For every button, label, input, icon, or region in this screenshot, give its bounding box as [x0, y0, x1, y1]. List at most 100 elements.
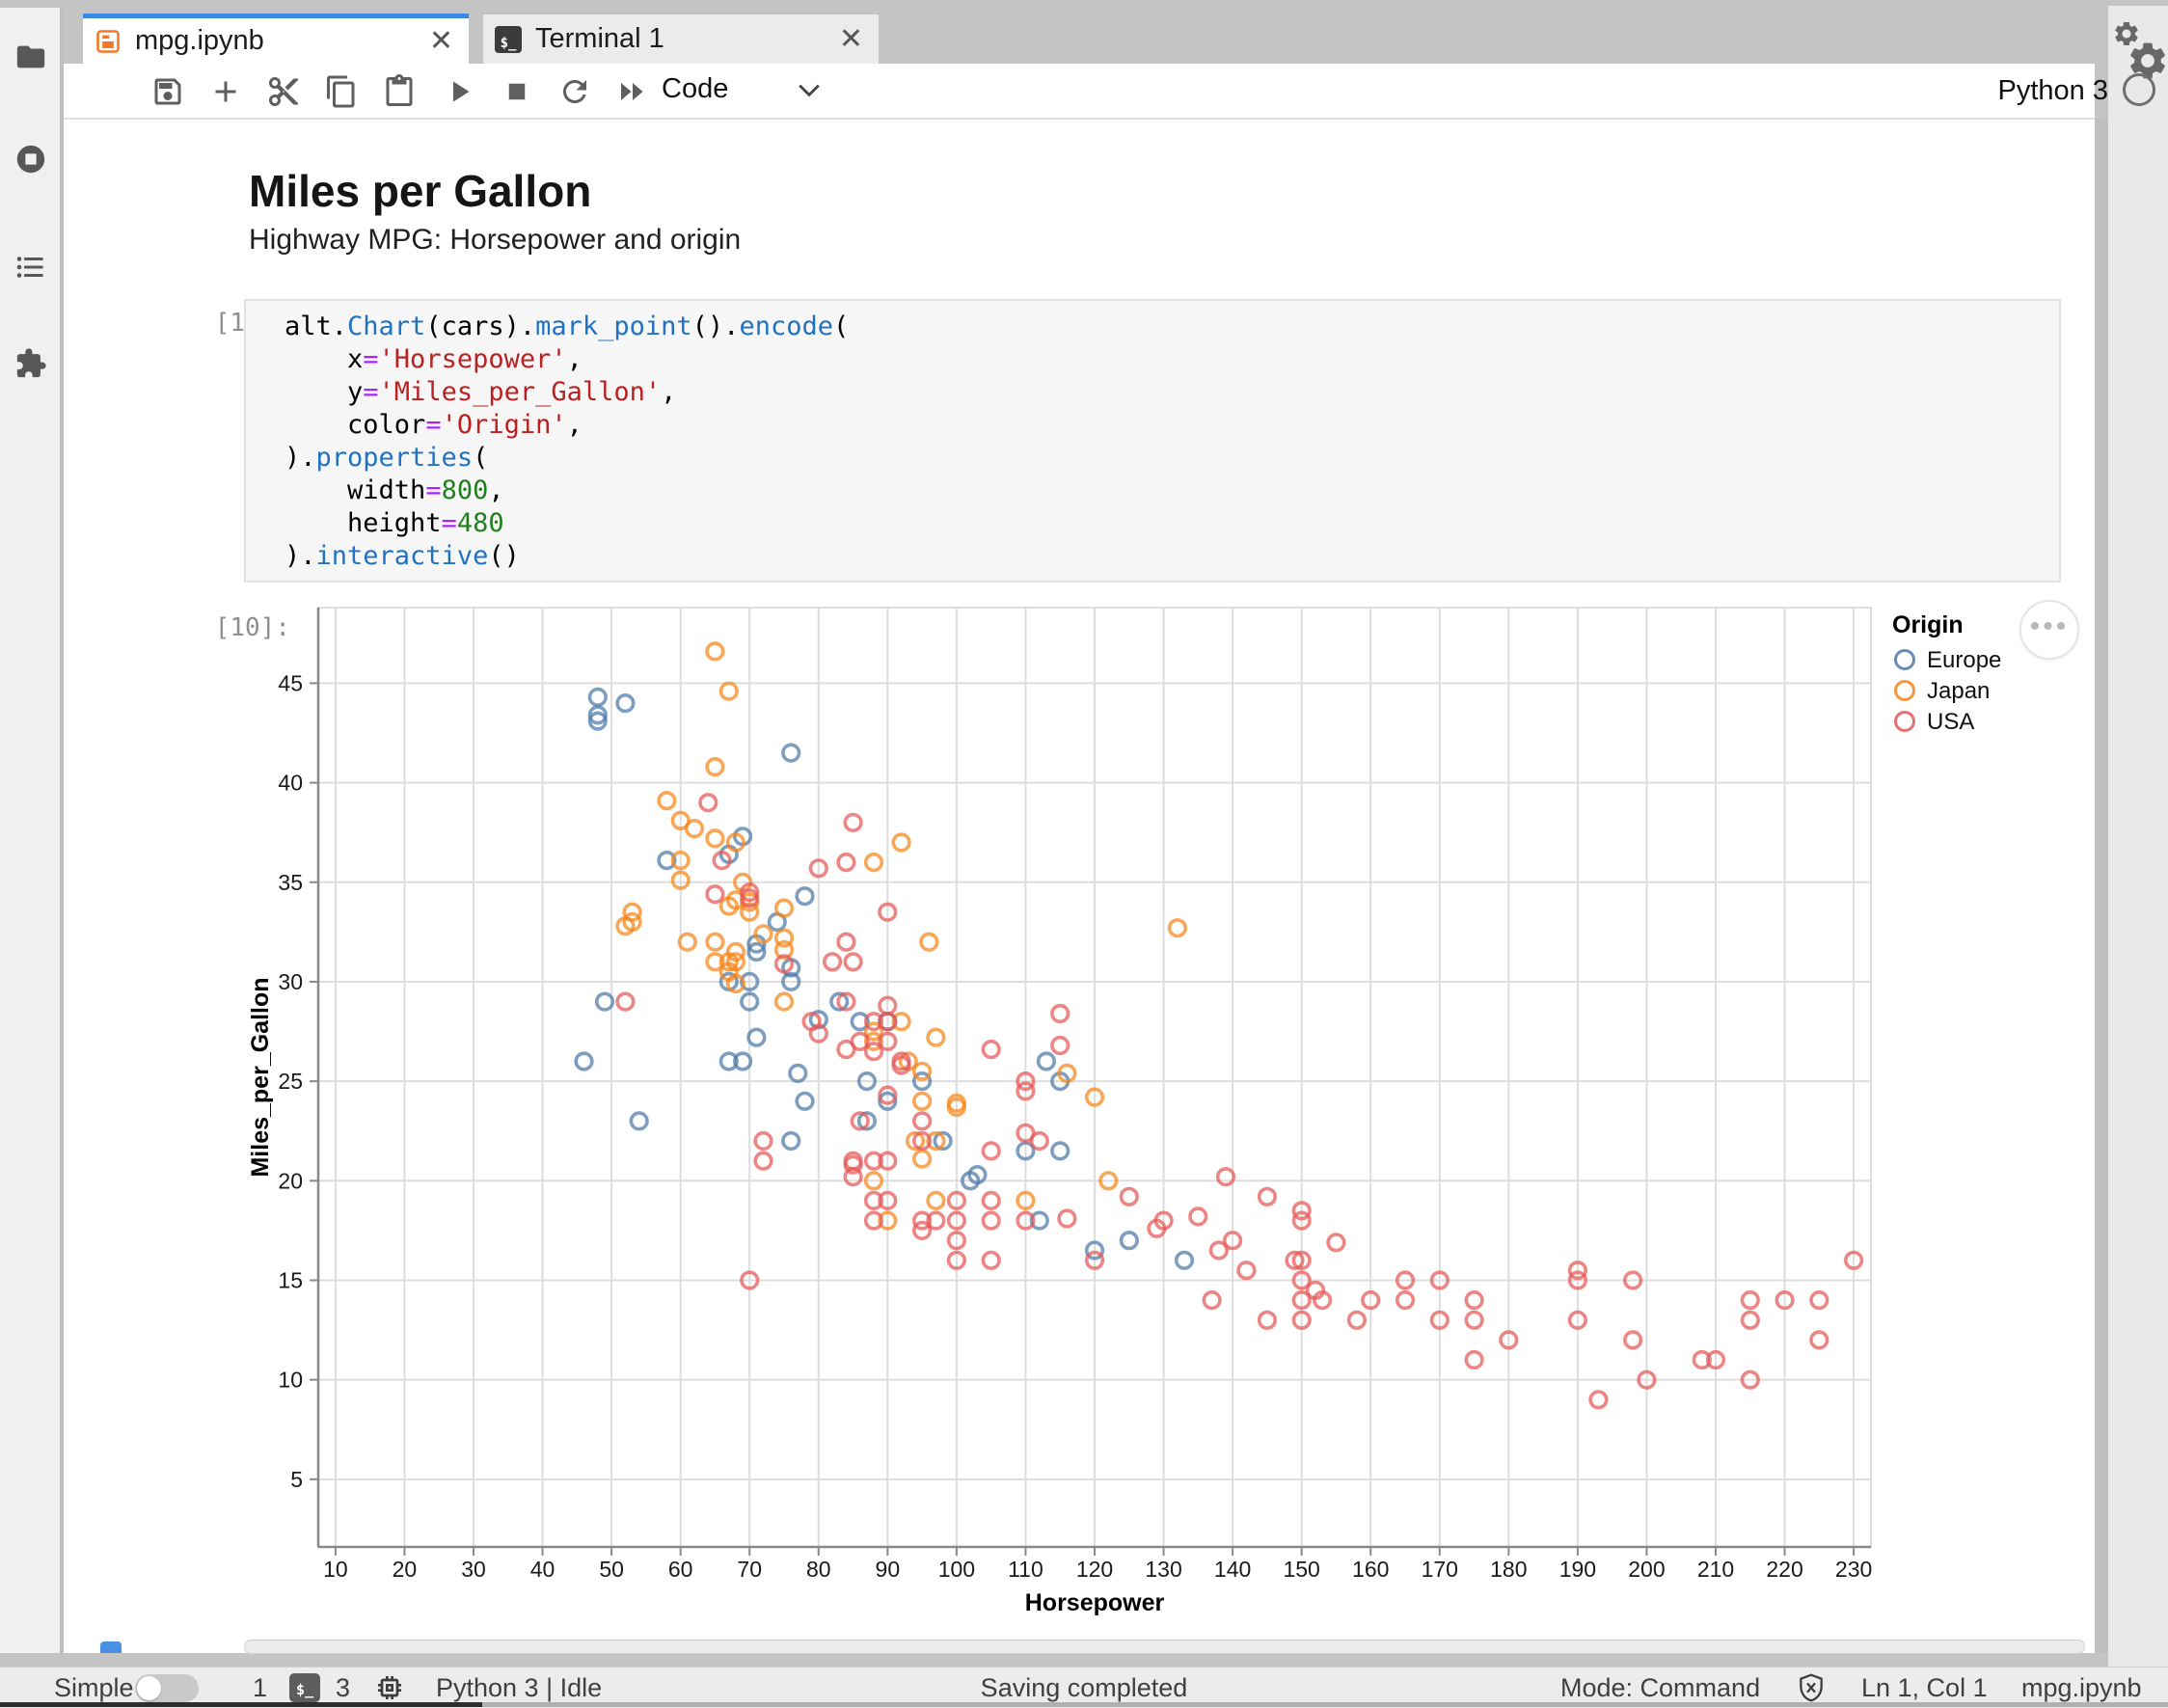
data-point[interactable]: [1466, 1352, 1482, 1369]
legend-symbol[interactable]: [1896, 713, 1914, 731]
data-point[interactable]: [748, 1029, 765, 1045]
kernel-name[interactable]: Python 3: [1992, 75, 2108, 107]
data-point[interactable]: [597, 993, 613, 1010]
list-icon[interactable]: [14, 251, 47, 284]
data-point[interactable]: [1211, 1242, 1228, 1259]
data-point[interactable]: [707, 886, 723, 903]
horizontal-scrollbar[interactable]: [244, 1640, 2085, 1654]
data-point[interactable]: [700, 795, 717, 811]
data-point[interactable]: [1039, 1053, 1055, 1070]
vega-actions-button[interactable]: •••: [2019, 600, 2079, 660]
cell-type-dropdown[interactable]: Code: [662, 73, 728, 105]
data-point[interactable]: [1397, 1292, 1414, 1309]
folder-icon[interactable]: [14, 41, 47, 73]
legend-label[interactable]: USA: [1927, 709, 1974, 735]
kernel-chip-icon[interactable]: [374, 1672, 405, 1703]
notebook-vertical-scrollbar[interactable]: [2095, 120, 2108, 1653]
data-point[interactable]: [1625, 1332, 1641, 1348]
kernel-status-text[interactable]: Python 3 | Idle: [436, 1673, 602, 1703]
add-cell-icon[interactable]: [208, 74, 243, 109]
data-point[interactable]: [1052, 1038, 1069, 1054]
data-point[interactable]: [893, 834, 909, 851]
data-point[interactable]: [617, 695, 634, 712]
tab-mpg-notebook[interactable]: mpg.ipynb ✕: [83, 14, 469, 64]
data-point[interactable]: [755, 1152, 772, 1169]
close-icon[interactable]: ✕: [429, 27, 453, 56]
data-point[interactable]: [928, 1029, 944, 1045]
data-point[interactable]: [1204, 1292, 1220, 1309]
legend-label[interactable]: Japan: [1927, 678, 1990, 704]
data-point[interactable]: [783, 745, 799, 761]
data-point[interactable]: [1122, 1233, 1138, 1249]
data-point[interactable]: [707, 934, 723, 950]
data-point[interactable]: [914, 1113, 931, 1129]
data-point[interactable]: [617, 993, 634, 1010]
tab-terminal-1[interactable]: $_ Terminal 1 ✕: [482, 14, 880, 64]
data-point[interactable]: [914, 1223, 931, 1239]
cell-collapser[interactable]: [100, 1641, 122, 1653]
data-point[interactable]: [1218, 1169, 1234, 1185]
data-point[interactable]: [1743, 1292, 1759, 1309]
save-icon[interactable]: [150, 74, 185, 109]
data-point[interactable]: [783, 1133, 799, 1150]
scatter-chart[interactable]: 1020304050607080901001101201301401501601…: [145, 596, 2083, 1640]
data-point[interactable]: [1811, 1332, 1828, 1348]
data-point[interactable]: [707, 759, 723, 775]
legend-label[interactable]: Europe: [1927, 647, 2001, 673]
data-point[interactable]: [983, 1143, 999, 1159]
data-point[interactable]: [1177, 1253, 1193, 1269]
code-cell-editor[interactable]: alt.Chart(cars).mark_point().encode( x='…: [244, 299, 2061, 583]
data-point[interactable]: [1260, 1313, 1276, 1329]
data-point[interactable]: [1059, 1210, 1075, 1227]
data-point[interactable]: [797, 1094, 813, 1110]
restart-run-all-icon[interactable]: [615, 74, 650, 109]
data-point[interactable]: [914, 1094, 931, 1110]
data-point[interactable]: [928, 1193, 944, 1209]
cursor-position[interactable]: Ln 1, Col 1: [1861, 1673, 1988, 1703]
kernel-status-icon[interactable]: [2123, 73, 2155, 106]
simple-mode-toggle[interactable]: [135, 1674, 199, 1702]
data-point[interactable]: [1238, 1262, 1255, 1279]
data-point[interactable]: [866, 854, 882, 871]
close-icon[interactable]: ✕: [839, 25, 863, 54]
data-point[interactable]: [1190, 1208, 1206, 1225]
data-point[interactable]: [1743, 1313, 1759, 1329]
command-mode-indicator[interactable]: Mode: Command: [1560, 1673, 1760, 1703]
data-point[interactable]: [755, 1133, 772, 1150]
stop-circle-icon[interactable]: [14, 143, 47, 176]
data-point[interactable]: [1052, 1143, 1069, 1159]
data-point[interactable]: [1052, 1006, 1069, 1022]
data-point[interactable]: [838, 934, 854, 950]
data-point[interactable]: [659, 793, 675, 809]
stop-icon[interactable]: [500, 74, 534, 109]
data-point[interactable]: [1170, 920, 1186, 936]
data-point[interactable]: [983, 1193, 999, 1209]
copy-icon[interactable]: [324, 74, 359, 109]
data-point[interactable]: [845, 815, 861, 831]
data-point[interactable]: [797, 888, 813, 905]
legend-symbol[interactable]: [1896, 651, 1914, 669]
data-point[interactable]: [983, 1253, 999, 1269]
data-point[interactable]: [687, 821, 703, 837]
data-point[interactable]: [707, 830, 723, 847]
data-point[interactable]: [1349, 1313, 1366, 1329]
trust-shield-icon[interactable]: [1796, 1672, 1827, 1703]
data-point[interactable]: [776, 900, 793, 916]
data-point[interactable]: [1328, 1234, 1344, 1251]
data-point[interactable]: [576, 1053, 592, 1070]
data-point[interactable]: [631, 1113, 647, 1129]
restart-kernel-icon[interactable]: [557, 74, 592, 109]
data-point[interactable]: [590, 690, 607, 706]
run-icon[interactable]: [442, 74, 476, 109]
data-point[interactable]: [1260, 1189, 1276, 1206]
legend-symbol[interactable]: [1896, 682, 1914, 700]
paste-icon[interactable]: [382, 74, 417, 109]
data-point[interactable]: [845, 954, 861, 970]
data-point[interactable]: [776, 930, 793, 946]
data-point[interactable]: [914, 1151, 931, 1167]
data-point[interactable]: [707, 643, 723, 660]
puzzle-icon[interactable]: [14, 347, 47, 380]
data-point[interactable]: [983, 1042, 999, 1058]
data-point[interactable]: [776, 993, 793, 1010]
data-point[interactable]: [921, 934, 937, 950]
